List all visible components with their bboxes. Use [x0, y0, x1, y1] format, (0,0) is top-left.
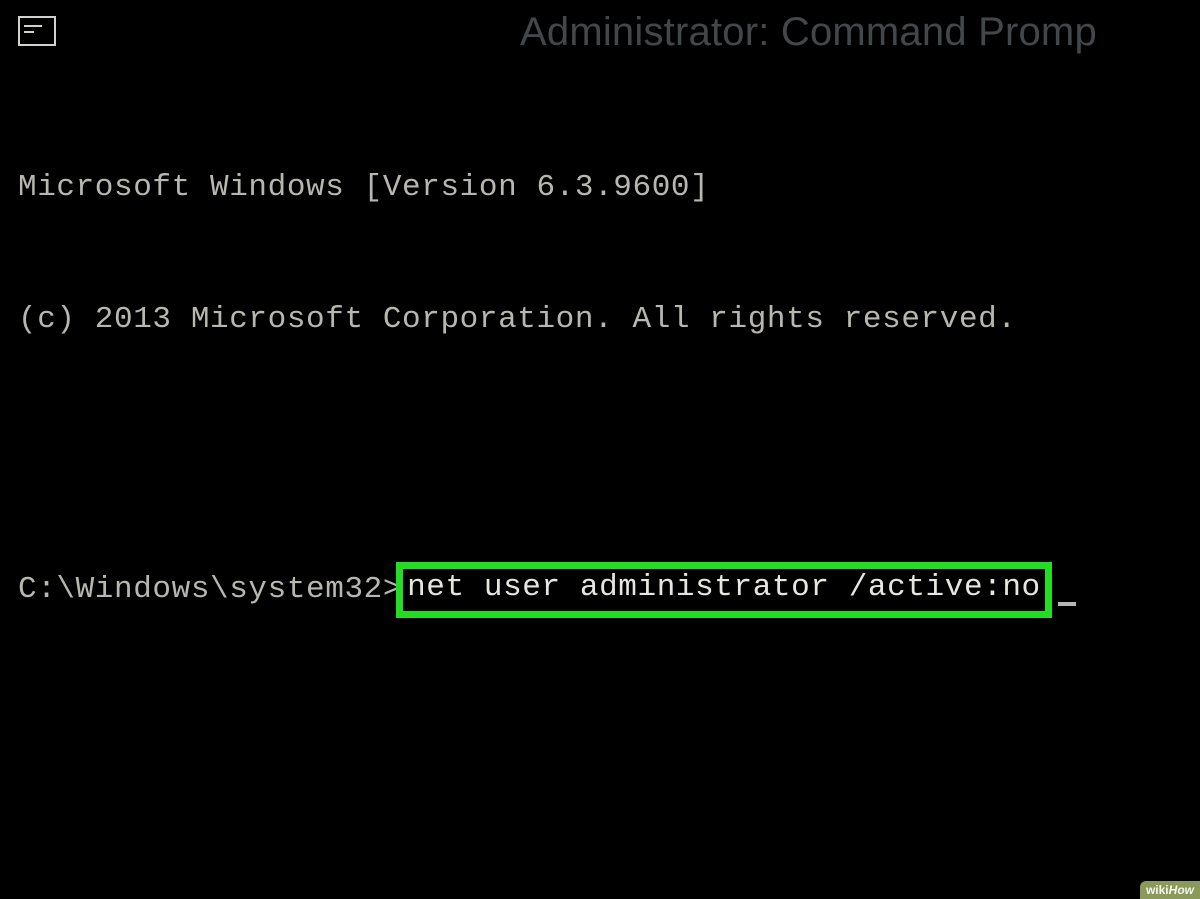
version-line: Microsoft Windows [Version 6.3.9600] — [18, 166, 1182, 210]
watermark-suffix: How — [1169, 883, 1194, 897]
titlebar[interactable]: Administrator: Command Promp — [0, 0, 1200, 56]
blank-line — [18, 430, 1182, 474]
typed-command: net user administrator /active:no — [407, 570, 1041, 605]
prompt-line[interactable]: C:\Windows\system32>net user administrat… — [18, 562, 1182, 618]
wikihow-watermark: wikiHow — [1140, 881, 1200, 899]
prompt-path: C:\Windows\system32> — [18, 568, 402, 612]
watermark-prefix: wiki — [1146, 883, 1169, 897]
copyright-line: (c) 2013 Microsoft Corporation. All righ… — [18, 298, 1182, 342]
window-title: Administrator: Command Promp — [520, 10, 1200, 55]
cmd-icon — [18, 16, 56, 46]
terminal-output[interactable]: Microsoft Windows [Version 6.3.9600] (c)… — [0, 56, 1200, 706]
command-prompt-window: Administrator: Command Promp Microsoft W… — [0, 0, 1200, 899]
command-highlight: net user administrator /active:no — [396, 562, 1052, 618]
cursor-caret — [1058, 602, 1076, 606]
